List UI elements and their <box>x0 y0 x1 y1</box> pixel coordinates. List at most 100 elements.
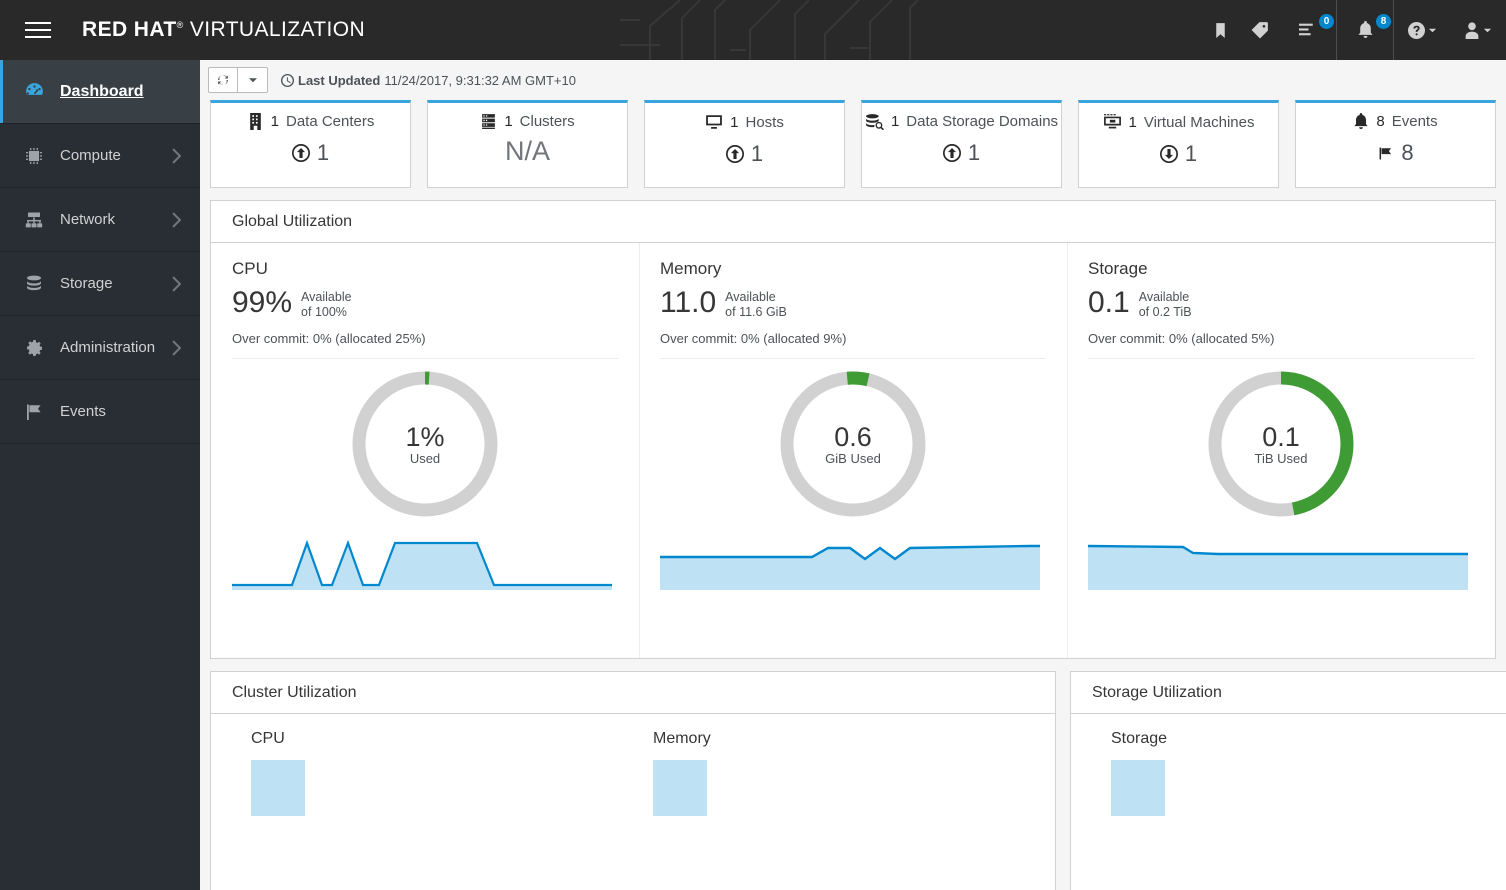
card-status: 1 <box>725 141 763 167</box>
card-status: N/A <box>505 136 550 167</box>
card-count: 1 <box>730 113 739 131</box>
storage-donut-label: 0.1 TiB Used <box>1206 369 1356 519</box>
cpu-donut-chart[interactable]: 1% Used <box>350 369 500 519</box>
refresh-bar: Last Updated 11/24/2017, 9:31:32 AM GMT+… <box>200 60 1506 100</box>
cluster-bar-charts: CPU Memory <box>251 730 1055 816</box>
memory-of-label: of 11.6 GiB <box>725 304 787 319</box>
masthead-group-alerts: 8 <box>1337 0 1393 60</box>
refresh-button[interactable] <box>208 67 238 93</box>
flag-icon <box>1379 147 1392 159</box>
storage-title: Storage <box>1088 259 1148 278</box>
cluster-memory-chart[interactable]: Memory <box>653 730 1055 816</box>
inventory-card-hosts[interactable]: 1 Hosts 1 <box>644 100 845 188</box>
tasks-button[interactable]: 0 <box>1280 0 1336 60</box>
flag-icon <box>24 402 52 422</box>
cpu-summary: CPU 99% Available of 100% Over commit: 0… <box>211 259 639 346</box>
storage-chart[interactable]: Storage <box>1111 730 1506 816</box>
storage-bar[interactable] <box>1111 760 1165 816</box>
help-menu-button[interactable] <box>1394 0 1450 60</box>
masthead-group-primary: 0 <box>1200 0 1336 60</box>
tag-button[interactable] <box>1240 0 1280 60</box>
sidebar-item-label: Dashboard <box>60 82 144 100</box>
storage-donut-chart[interactable]: 0.1 TiB Used <box>1206 369 1356 519</box>
card-title: 8 Events <box>1353 113 1438 130</box>
divider <box>1088 358 1474 359</box>
sidebar-item-network[interactable]: Network <box>0 188 200 252</box>
memory-title: Memory <box>660 259 722 278</box>
cpu-title: CPU <box>232 259 268 278</box>
sidebar-item-compute[interactable]: Compute <box>0 124 200 188</box>
bookmark-button[interactable] <box>1200 0 1240 60</box>
memory-donut-label: 0.6 GiB Used <box>778 369 928 519</box>
card-count: 1 <box>270 113 279 130</box>
sidebar-item-label: Events <box>60 403 106 420</box>
card-title: 1 Data Centers <box>247 113 374 130</box>
notifications-button[interactable]: 8 <box>1337 0 1393 60</box>
inventory-card-data-storage-domains[interactable]: 1 Data Storage Domains 1 <box>861 100 1062 188</box>
card-count: 1 <box>890 113 900 130</box>
bell-icon <box>1358 21 1372 38</box>
memory-sparkline[interactable] <box>639 535 1067 595</box>
storage-overcommit: Over commit: 0% (allocated 5%) <box>1088 331 1275 346</box>
host-icon <box>706 115 723 129</box>
user-menu-button[interactable] <box>1450 0 1506 60</box>
storage-utilization-body: Storage > 90% 75-90% <box>1071 714 1506 890</box>
chevron-right-icon <box>172 211 182 228</box>
cpu-sparkline[interactable] <box>211 535 639 595</box>
memory-donut-chart[interactable]: 0.6 GiB Used <box>778 369 928 519</box>
card-title: 1 Hosts <box>705 113 784 131</box>
storage-of-label: of 0.2 TiB <box>1138 304 1192 319</box>
masthead: RED HAT® VIRTUALIZATION 0 8 <box>0 0 1506 60</box>
global-utilization-panel: Global Utilization CPU 99% Available of … <box>210 200 1496 659</box>
storage-chart-label: Storage <box>1111 730 1168 747</box>
arrow-up-circle-icon <box>725 145 744 163</box>
cpu-donut-label: 1% Used <box>350 369 500 519</box>
cpu-available-label: Available <box>301 290 352 304</box>
cpu-available-value: 99% <box>232 286 293 319</box>
last-updated: Last Updated 11/24/2017, 9:31:32 AM GMT+… <box>281 73 576 88</box>
arrow-down-circle-icon <box>1159 145 1178 163</box>
cluster-cpu-chart[interactable]: CPU <box>251 730 653 816</box>
dashboard-page: RED HAT® VIRTUALIZATION 0 8 Dashboard Co… <box>0 0 1506 890</box>
hamburger-menu-button[interactable] <box>8 0 68 60</box>
memory-available-sub: Available of 11.6 GiB <box>725 287 787 319</box>
sidebar-item-label: Storage <box>60 275 113 292</box>
hamburger-icon-bar <box>25 36 51 38</box>
inventory-card-data-centers[interactable]: 1 Data Centers 1 <box>210 100 411 188</box>
dashboard-icon <box>24 81 52 102</box>
main-content: Last Updated 11/24/2017, 9:31:32 AM GMT+… <box>200 60 1506 890</box>
divider <box>660 358 1046 359</box>
cpu-donut-unit: Used <box>409 450 441 466</box>
hamburger-icon-bar <box>25 22 51 24</box>
memory-overcommit: Over commit: 0% (allocated 9%) <box>660 331 847 346</box>
cpu-of-label: of 100% <box>301 304 347 319</box>
panel-title: Global Utilization <box>211 201 1495 243</box>
card-label: Events <box>1391 113 1438 130</box>
sidebar-item-storage[interactable]: Storage <box>0 252 200 316</box>
memory-donut-unit: GiB Used <box>825 450 881 466</box>
bell-icon <box>1354 113 1368 129</box>
inventory-card-clusters[interactable]: 1 Clusters N/A <box>427 100 628 188</box>
global-utilization-cpu: CPU 99% Available of 100% Over commit: 0… <box>211 243 639 658</box>
tasks-badge: 0 <box>1319 14 1334 29</box>
storage-sparkline[interactable] <box>1067 535 1495 595</box>
masthead-decoration <box>620 0 1040 60</box>
cluster-cpu-label: CPU <box>251 730 285 747</box>
refresh-button-group <box>208 67 268 93</box>
card-title: 1 Virtual Machines <box>1103 113 1254 131</box>
sidebar-item-administration[interactable]: Administration <box>0 316 200 380</box>
brand-logo[interactable]: RED HAT® VIRTUALIZATION <box>82 18 365 42</box>
storage-donut-value: 0.1 <box>1262 421 1300 452</box>
cluster-memory-bar[interactable] <box>653 760 707 816</box>
sidebar-item-events[interactable]: Events <box>0 380 200 444</box>
refresh-interval-dropdown[interactable] <box>238 67 268 93</box>
inventory-card-virtual-machines[interactable]: 1 Virtual Machines 1 <box>1078 100 1279 188</box>
cluster-cpu-bar[interactable] <box>251 760 305 816</box>
global-utilization-body: CPU 99% Available of 100% Over commit: 0… <box>211 243 1495 658</box>
card-status: 8 <box>1377 140 1414 166</box>
refresh-icon <box>218 75 228 85</box>
storage-donut-unit: TiB Used <box>1254 450 1308 466</box>
card-label: Data Storage Domains <box>906 113 1059 130</box>
sidebar-item-dashboard[interactable]: Dashboard <box>0 60 200 124</box>
inventory-card-events[interactable]: 8 Events 8 <box>1295 100 1496 188</box>
